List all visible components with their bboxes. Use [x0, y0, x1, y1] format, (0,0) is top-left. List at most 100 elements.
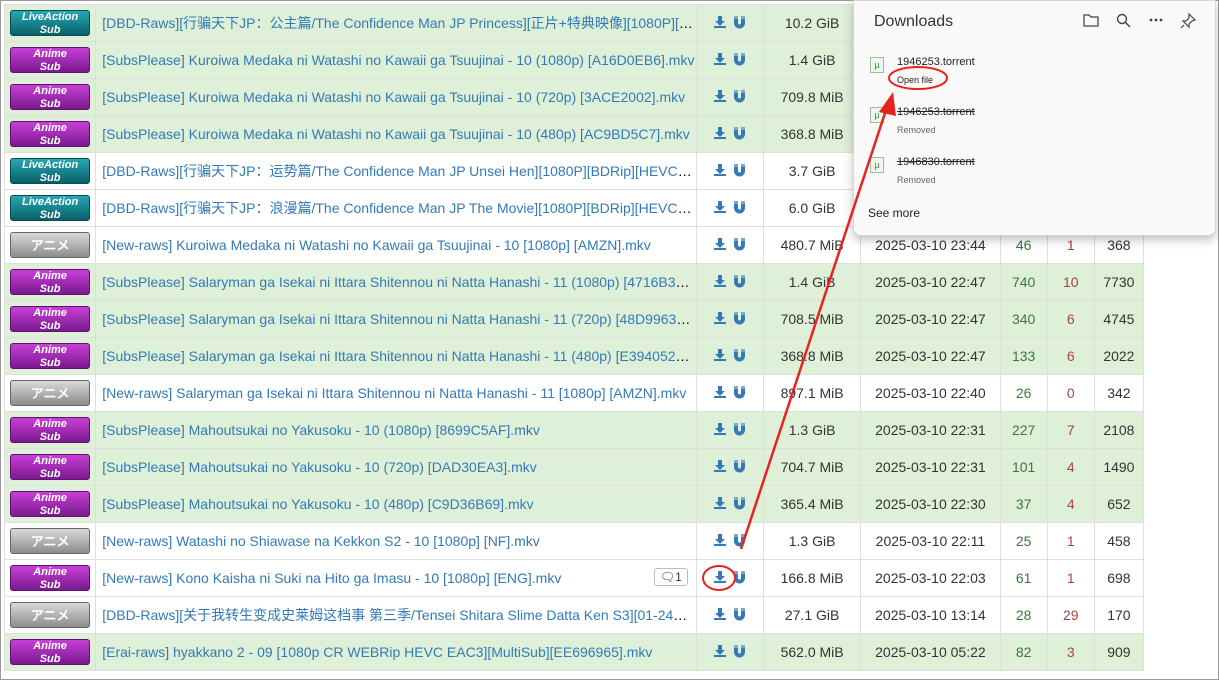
torrent-title-link[interactable]: [SubsPlease] Salaryman ga Isekai ni Itta…: [102, 311, 695, 327]
magnet-icon[interactable]: [733, 237, 746, 253]
torrent-title-link[interactable]: [SubsPlease] Kuroiwa Medaka ni Watashi n…: [102, 89, 685, 105]
category-badge[interactable]: Anime Sub: [10, 565, 91, 591]
category-badge[interactable]: アニメ: [10, 380, 91, 406]
open-file-link[interactable]: Open file: [897, 75, 933, 85]
magnet-icon[interactable]: [733, 15, 746, 31]
magnet-icon[interactable]: [733, 200, 746, 216]
category-badge[interactable]: Anime Sub: [10, 306, 91, 332]
download-icon[interactable]: [713, 126, 727, 142]
torrent-title-link[interactable]: [New-raws] Kuroiwa Medaka ni Watashi no …: [102, 237, 651, 253]
magnet-icon[interactable]: [733, 459, 746, 475]
size-cell: 3.7 GiB: [762, 152, 862, 190]
magnet-icon[interactable]: [733, 644, 746, 660]
more-icon[interactable]: [1148, 13, 1164, 30]
search-icon[interactable]: [1116, 13, 1131, 31]
category-badge[interactable]: LiveAction Sub: [10, 10, 91, 36]
torrent-title-link[interactable]: [Erai-raws] hyakkano 2 - 09 [1080p CR WE…: [102, 644, 652, 660]
torrent-title-link[interactable]: [SubsPlease] Salaryman ga Isekai ni Itta…: [102, 348, 695, 364]
magnet-icon[interactable]: [733, 607, 746, 623]
magnet-icon[interactable]: [733, 422, 746, 438]
download-icon[interactable]: [713, 274, 727, 290]
download-icon[interactable]: [713, 52, 727, 68]
download-icon[interactable]: [713, 422, 727, 438]
folder-icon[interactable]: [1083, 13, 1099, 30]
magnet-icon[interactable]: [733, 348, 746, 364]
download-item[interactable]: µ 1946253.torrent Open file: [870, 53, 1190, 93]
magnet-icon[interactable]: [733, 385, 746, 401]
download-item[interactable]: µ 1946253.torrent Removed: [870, 103, 1190, 143]
download-icon[interactable]: [713, 459, 727, 475]
seeders-cell: 340: [999, 300, 1048, 338]
category-badge[interactable]: アニメ: [10, 602, 91, 628]
download-icon[interactable]: [713, 163, 727, 179]
download-icon[interactable]: [713, 200, 727, 216]
name-cell: [DBD-Raws][关于我转生变成史莱姆这档事 第三季/Tensei Shit…: [95, 596, 697, 634]
pin-icon[interactable]: [1180, 12, 1197, 32]
magnet-icon[interactable]: [733, 496, 746, 512]
category-badge[interactable]: アニメ: [10, 528, 91, 554]
magnet-icon[interactable]: [733, 163, 746, 179]
magnet-icon[interactable]: [733, 52, 746, 68]
category-badge[interactable]: LiveAction Sub: [10, 195, 91, 221]
torrent-title-link[interactable]: [SubsPlease] Mahoutsukai no Yakusoku - 1…: [102, 422, 540, 438]
download-status: Removed: [897, 175, 936, 185]
torrent-title-link[interactable]: [SubsPlease] Mahoutsukai no Yakusoku - 1…: [102, 459, 537, 475]
download-item[interactable]: µ 1946830.torrent Removed: [870, 153, 1190, 193]
magnet-icon[interactable]: [733, 533, 746, 549]
torrent-title-link[interactable]: [SubsPlease] Mahoutsukai no Yakusoku - 1…: [102, 496, 533, 512]
torrent-title-link[interactable]: [DBD-Raws][行骗天下JP：公主篇/The Confidence Man…: [102, 15, 695, 31]
links-cell: [695, 78, 764, 116]
name-cell: [Erai-raws] hyakkano 2 - 09 [1080p CR WE…: [95, 633, 697, 671]
magnet-icon[interactable]: [733, 570, 746, 586]
category-badge[interactable]: Anime Sub: [10, 343, 91, 369]
download-icon[interactable]: [713, 570, 727, 586]
category-sublabel: Sub: [39, 209, 61, 221]
category-badge[interactable]: Anime Sub: [10, 491, 91, 517]
date-cell: 2025-03-10 05:22: [860, 633, 1001, 671]
comment-count-badge[interactable]: 🗨1: [653, 568, 688, 586]
category-badge[interactable]: Anime Sub: [10, 84, 91, 110]
category-badge[interactable]: アニメ: [10, 232, 91, 258]
download-icon[interactable]: [713, 89, 727, 105]
torrent-title-link[interactable]: [New-raws] Salaryman ga Isekai ni Ittara…: [102, 385, 686, 401]
torrent-file-icon: µ: [870, 107, 884, 123]
download-icon[interactable]: [713, 607, 727, 623]
download-icon[interactable]: [713, 496, 727, 512]
category-badge[interactable]: Anime Sub: [10, 121, 91, 147]
magnet-icon[interactable]: [733, 89, 746, 105]
download-icon[interactable]: [713, 237, 727, 253]
category-badge[interactable]: Anime Sub: [10, 269, 91, 295]
torrent-title-link[interactable]: [SubsPlease] Kuroiwa Medaka ni Watashi n…: [102, 126, 690, 142]
torrent-title-link[interactable]: [New-raws] Kono Kaisha ni Suki na Hito g…: [102, 570, 561, 586]
download-icon[interactable]: [713, 385, 727, 401]
links-cell: [695, 559, 764, 597]
category-badge[interactable]: Anime Sub: [10, 639, 91, 665]
torrent-title-link[interactable]: [SubsPlease] Kuroiwa Medaka ni Watashi n…: [102, 52, 694, 68]
download-icon[interactable]: [713, 15, 727, 31]
download-icon[interactable]: [713, 533, 727, 549]
torrent-title-link[interactable]: [SubsPlease] Salaryman ga Isekai ni Itta…: [102, 274, 695, 290]
see-more-link[interactable]: See more: [868, 206, 920, 220]
category-sublabel: Sub: [39, 653, 61, 665]
date-cell: 2025-03-10 22:31: [860, 448, 1001, 486]
category-badge[interactable]: Anime Sub: [10, 454, 91, 480]
category-cell: アニメ: [3, 374, 97, 412]
download-icon[interactable]: [713, 644, 727, 660]
name-cell: [SubsPlease] Kuroiwa Medaka ni Watashi n…: [95, 115, 697, 153]
torrent-title-link[interactable]: [DBD-Raws][行骗天下JP：浪漫篇/The Confidence Man…: [102, 200, 695, 216]
magnet-icon[interactable]: [733, 274, 746, 290]
category-badge[interactable]: Anime Sub: [10, 417, 91, 443]
download-icon[interactable]: [713, 311, 727, 327]
download-icon[interactable]: [713, 348, 727, 364]
magnet-icon[interactable]: [733, 126, 746, 142]
torrent-title-link[interactable]: [DBD-Raws][关于我转生变成史莱姆这档事 第三季/Tensei Shit…: [102, 607, 695, 623]
torrent-title-link[interactable]: [New-raws] Watashi no Shiawase na Kekkon…: [102, 533, 540, 549]
category-badge[interactable]: LiveAction Sub: [10, 158, 91, 184]
category-badge[interactable]: Anime Sub: [10, 47, 91, 73]
category-sublabel: Sub: [39, 135, 61, 147]
magnet-icon[interactable]: [733, 311, 746, 327]
leechers-cell: 3: [1046, 633, 1095, 671]
torrent-title-link[interactable]: [DBD-Raws][行骗天下JP：运势篇/The Confidence Man…: [102, 163, 695, 179]
category-label: Anime: [33, 455, 67, 467]
leechers-cell: 1: [1046, 559, 1095, 597]
